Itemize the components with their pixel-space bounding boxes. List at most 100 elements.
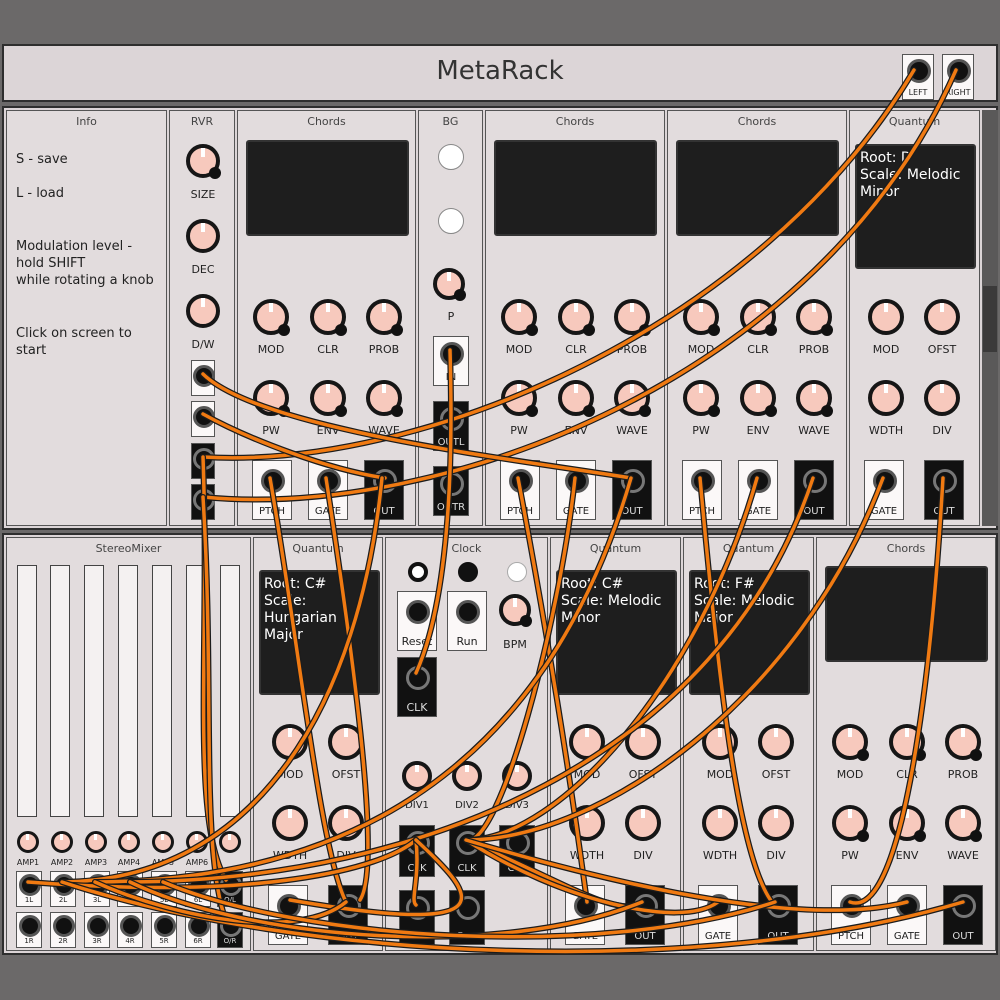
bg-outl-jack[interactable]: OUTL xyxy=(433,401,469,451)
rvr-out-right-jack[interactable] xyxy=(191,484,215,520)
input-3l-jack[interactable]: 3L xyxy=(84,871,110,907)
clr-knob[interactable] xyxy=(310,299,347,336)
wave-knob[interactable] xyxy=(945,805,982,842)
scrollbar[interactable] xyxy=(982,110,998,526)
reset-out-jack[interactable]: Reset xyxy=(399,890,435,945)
gate-jack[interactable]: GATE xyxy=(308,460,348,520)
output-left-jack[interactable]: O/L xyxy=(217,871,243,907)
gate-jack[interactable]: GATE xyxy=(556,460,596,520)
fader-5[interactable] xyxy=(152,565,172,817)
input-1l-jack[interactable]: 1L xyxy=(16,871,42,907)
env-knob[interactable] xyxy=(740,380,777,417)
amp5-knob[interactable] xyxy=(152,831,174,853)
amp2-knob[interactable] xyxy=(51,831,73,853)
wdth-knob[interactable] xyxy=(868,380,904,416)
clr-knob[interactable] xyxy=(740,299,777,336)
div-knob[interactable] xyxy=(328,805,364,841)
fader-4[interactable] xyxy=(118,565,138,817)
div3-out-jack[interactable]: CLK xyxy=(499,825,535,877)
wdth-knob[interactable] xyxy=(702,805,738,841)
prob-knob[interactable] xyxy=(366,299,403,336)
out-jack[interactable]: OUT xyxy=(758,885,798,945)
mod-knob[interactable] xyxy=(832,724,869,761)
out-jack[interactable]: OUT xyxy=(625,885,665,945)
pw-knob[interactable] xyxy=(501,380,538,417)
fader-master[interactable] xyxy=(220,565,240,817)
wdth-knob[interactable] xyxy=(272,805,308,841)
output-right-jack[interactable]: O/R xyxy=(217,912,243,948)
ofst-knob[interactable] xyxy=(328,724,364,760)
ofst-knob[interactable] xyxy=(625,724,661,760)
run-out-jack[interactable]: Run xyxy=(449,890,485,945)
wave-knob[interactable] xyxy=(796,380,833,417)
pw-knob[interactable] xyxy=(832,805,869,842)
bg-outr-jack[interactable]: OUTR xyxy=(433,466,469,516)
quantum-screen[interactable]: Root: C# Scale: Melodic Minor xyxy=(556,570,677,695)
fader-3[interactable] xyxy=(84,565,104,817)
div2-knob[interactable] xyxy=(452,761,482,791)
pw-knob[interactable] xyxy=(683,380,720,417)
bpm-knob[interactable] xyxy=(499,594,532,627)
input-4l-jack[interactable]: 4L xyxy=(117,871,143,907)
input-6r-jack[interactable]: 6R xyxy=(185,912,211,948)
right-output-jack[interactable]: RIGHT xyxy=(942,54,974,100)
gate-jack[interactable]: GATE xyxy=(887,885,927,945)
out-jack[interactable]: OUT xyxy=(612,460,652,520)
div-knob[interactable] xyxy=(758,805,794,841)
size-knob[interactable] xyxy=(186,144,221,179)
amp3-knob[interactable] xyxy=(85,831,107,853)
dw-knob[interactable] xyxy=(186,294,220,328)
fader-1[interactable] xyxy=(17,565,37,817)
input-5l-jack[interactable]: 5L xyxy=(151,871,177,907)
quantum-screen[interactable]: Root: C# Scale: Hungarian Major xyxy=(259,570,380,695)
gate-jack[interactable]: GATE xyxy=(864,460,904,520)
chords-screen[interactable] xyxy=(494,140,657,236)
env-knob[interactable] xyxy=(558,380,595,417)
prob-knob[interactable] xyxy=(945,724,982,761)
ofst-knob[interactable] xyxy=(758,724,794,760)
mod-knob[interactable] xyxy=(702,724,738,760)
clr-knob[interactable] xyxy=(889,724,926,761)
div1-out-jack[interactable]: CLK xyxy=(399,825,435,877)
input-2l-jack[interactable]: 2L xyxy=(50,871,76,907)
mod-knob[interactable] xyxy=(569,724,605,760)
wave-knob[interactable] xyxy=(614,380,651,417)
wdth-knob[interactable] xyxy=(569,805,605,841)
rvr-in-right-jack[interactable] xyxy=(191,401,215,437)
prob-knob[interactable] xyxy=(796,299,833,336)
rvr-in-left-jack[interactable] xyxy=(191,360,215,396)
ptch-jack[interactable]: PTCH xyxy=(682,460,722,520)
mod-knob[interactable] xyxy=(868,299,904,335)
scrollbar-thumb[interactable] xyxy=(983,286,997,352)
pw-knob[interactable] xyxy=(253,380,290,417)
mod-knob[interactable] xyxy=(272,724,308,760)
quantum-screen[interactable]: Root: F# Scale: Melodic Major xyxy=(689,570,810,695)
input-2r-jack[interactable]: 2R xyxy=(50,912,76,948)
out-jack[interactable]: OUT xyxy=(328,885,368,945)
gate-jack[interactable]: GATE xyxy=(268,885,308,945)
chords-screen[interactable] xyxy=(246,140,409,236)
wave-knob[interactable] xyxy=(366,380,403,417)
div-knob[interactable] xyxy=(625,805,661,841)
gate-jack[interactable]: GATE xyxy=(565,885,605,945)
rvr-out-left-jack[interactable] xyxy=(191,443,215,479)
ptch-jack[interactable]: PTCH xyxy=(500,460,540,520)
out-jack[interactable]: OUT xyxy=(794,460,834,520)
env-knob[interactable] xyxy=(310,380,347,417)
input-1r-jack[interactable]: 1R xyxy=(16,912,42,948)
prob-knob[interactable] xyxy=(614,299,651,336)
chords-screen[interactable] xyxy=(825,566,988,662)
div3-knob[interactable] xyxy=(502,761,532,791)
mod-knob[interactable] xyxy=(683,299,720,336)
run-button[interactable]: Run xyxy=(447,591,487,651)
fader-2[interactable] xyxy=(50,565,70,817)
fader-6[interactable] xyxy=(186,565,206,817)
clr-knob[interactable] xyxy=(558,299,595,336)
amp1-knob[interactable] xyxy=(17,831,39,853)
out-jack[interactable]: OUT xyxy=(364,460,404,520)
div1-knob[interactable] xyxy=(402,761,432,791)
clk-jack[interactable]: CLK xyxy=(397,657,437,717)
mod-knob[interactable] xyxy=(501,299,538,336)
ofst-knob[interactable] xyxy=(924,299,960,335)
div2-out-jack[interactable]: CLK xyxy=(449,825,485,877)
